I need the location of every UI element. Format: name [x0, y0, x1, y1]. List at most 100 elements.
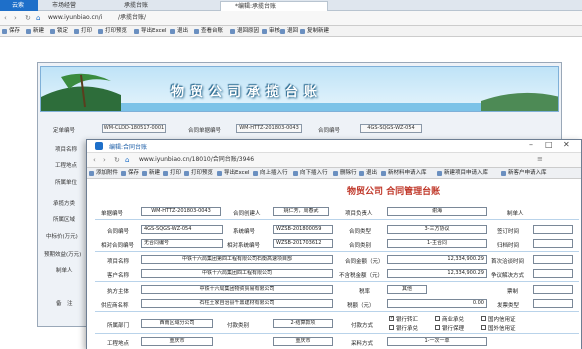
contract-no-label: 合同单据编号 — [188, 128, 222, 134]
doc-no-field[interactable]: WM-HTTZ-201803-0043 — [141, 207, 221, 216]
archive-date-field[interactable] — [533, 239, 573, 248]
home-icon[interactable]: ⌂ — [36, 13, 40, 23]
executing-party-label: 执方主体 — [107, 289, 130, 295]
project-name-field[interactable]: 中铁十六局集团第四工程有限公司石衡高速项目部 — [141, 255, 333, 264]
forward-icon[interactable]: › — [14, 13, 17, 23]
window-back-icon[interactable]: ‹ — [93, 155, 96, 165]
return-reason-button[interactable]: 退回原因 — [230, 27, 259, 36]
contract-type-field[interactable]: 3-三方协议 — [387, 225, 487, 234]
supplier-name-field[interactable]: 石柱土家自治县千鼎建材有限公司 — [141, 299, 333, 308]
maximize-icon[interactable]: □ — [545, 140, 553, 149]
tab-yunsuo[interactable]: 云索 — [0, 0, 38, 11]
contract-creator-field[interactable]: 姚仁芳，周春武 — [273, 207, 329, 216]
contract-category-field[interactable]: 1-主合同 — [387, 239, 487, 248]
export-excel-button[interactable]: 导出Excel — [134, 27, 167, 36]
audit-button[interactable]: 审核 — [262, 27, 280, 36]
contract-creator-label: 合同创建人 — [233, 211, 261, 217]
contract-no-field[interactable]: WM-HTTZ-201803-0043 — [236, 124, 302, 133]
bank-factoring-checkbox[interactable] — [435, 325, 440, 330]
window-home-icon[interactable]: ⌂ — [125, 155, 129, 165]
dispute-resolution-field[interactable] — [533, 269, 573, 278]
ticket-system-field[interactable] — [533, 285, 573, 294]
domestic-lc-checkbox[interactable] — [481, 316, 486, 321]
contract-amount-field[interactable]: 12,334,900.29 — [387, 255, 487, 264]
procurement-method-field[interactable]: 1-一次一单 — [387, 337, 487, 346]
region-label: 所属区域 — [53, 217, 76, 223]
customer-name-field[interactable]: 中铁十六局集团四工程有限公司 — [141, 269, 333, 278]
bank-acceptance-checkbox[interactable] — [389, 325, 394, 330]
contract-amount-label: 合同金额（元） — [345, 259, 384, 265]
return-button[interactable]: 退回 — [280, 27, 298, 36]
foreign-lc-checkbox[interactable] — [481, 325, 486, 330]
window-tab-title[interactable]: 编辑:合同台账 — [109, 142, 147, 151]
project-lead-field[interactable]: 谢海 — [387, 207, 487, 216]
system-no-field[interactable]: WZSB-201800059 — [273, 225, 333, 234]
window-refresh-icon[interactable]: ↻ — [114, 155, 120, 165]
invoice-type-field[interactable] — [533, 299, 573, 308]
tax-amount-field[interactable]: 0.00 — [387, 299, 487, 308]
executing-party-field[interactable]: 中铁十六局集团物资贸易有限公司 — [141, 285, 333, 294]
relative-system-field[interactable]: WZSB-201703612 — [273, 239, 333, 248]
tab-contracting-ledger[interactable]: 承揽台账 — [110, 1, 220, 11]
refresh-icon[interactable]: ↻ — [25, 13, 31, 23]
exit-button[interactable]: 退出 — [170, 27, 188, 36]
contract-code-field-2[interactable]: 4GS-SQGS-WZ-054 — [141, 225, 223, 234]
bank-transfer-checkbox[interactable] — [389, 315, 394, 321]
tab-edit-ledger[interactable]: *编辑:承揽台账 — [220, 1, 328, 11]
delete-row-button[interactable]: 删除行 — [333, 169, 357, 178]
lock-button[interactable]: 锁定 — [50, 27, 68, 36]
sign-date-field[interactable] — [533, 225, 573, 234]
tab-market[interactable]: 市场经营 — [38, 1, 110, 11]
doc-no-label: 单据编号 — [101, 211, 124, 217]
window-url[interactable]: www.iyunbiao.cn/18010/合同台账/3946 — [139, 155, 254, 165]
window-save-button[interactable]: 保存 — [121, 169, 139, 178]
browser-tab-bar: 云索 市场经营 承揽台账 *编辑:承揽台账 — [0, 0, 582, 11]
close-icon[interactable]: ✕ — [563, 140, 570, 149]
domestic-lc-label: 国内信用证 — [488, 317, 516, 323]
insert-row-above-button[interactable]: 向上插入行 — [253, 169, 288, 178]
window-forward-icon[interactable]: › — [103, 155, 106, 165]
new-button[interactable]: 新建 — [26, 27, 44, 36]
amount-excl-tax-field[interactable]: 12,334,900.29 — [387, 269, 487, 278]
project-request-button[interactable]: 新建项目申请入库 — [437, 169, 488, 178]
contract-code-field[interactable]: 4GS-SQGS-WZ-054 — [360, 124, 422, 133]
payment-category-field[interactable]: 2-结算款项 — [273, 319, 333, 328]
department-field[interactable]: 西南区域分公司 — [141, 319, 213, 328]
order-no-label: 定单编号 — [53, 128, 76, 134]
insert-row-below-button[interactable]: 向下插入行 — [293, 169, 328, 178]
bank-acceptance-label: 银行承兑 — [396, 326, 419, 332]
copy-new-button[interactable]: 复制新建 — [300, 27, 329, 36]
commercial-acceptance-label: 商业承兑 — [442, 317, 465, 323]
window-menu-icon[interactable]: ≡ — [537, 155, 543, 163]
tax-amount-label: 税额（元） — [347, 303, 375, 309]
contract-code-label-2: 合同编号 — [107, 229, 130, 235]
site-city-field[interactable]: 重庆市 — [273, 337, 333, 346]
row-divider — [95, 281, 579, 282]
window-print-button[interactable]: 打印 — [163, 169, 181, 178]
minimize-icon[interactable]: – — [529, 140, 533, 149]
view-ledger-button[interactable]: 查看台账 — [194, 27, 223, 36]
window-print-preview-button[interactable]: 打印预览 — [184, 169, 213, 178]
order-no-field[interactable]: WM-CLDD-180517-0001 — [102, 124, 166, 133]
customer-request-button[interactable]: 新客户申请入库 — [501, 169, 547, 178]
relative-contract-field[interactable]: 无合同编号 — [141, 239, 223, 248]
url-text[interactable]: www.iyunbiao.cn/i — [48, 13, 102, 23]
contract-type-label: 合同类型 — [349, 229, 372, 235]
add-attachment-button[interactable]: 添加附件 — [89, 169, 118, 178]
window-export-excel-button[interactable]: 导出Excel — [217, 169, 250, 178]
tax-rate-field[interactable]: 其他 — [387, 285, 427, 294]
commercial-acceptance-checkbox[interactable] — [435, 316, 440, 321]
project-name-label-2: 项目名称 — [107, 259, 130, 265]
amount-excl-tax-label: 不含税金额（元） — [339, 273, 384, 279]
first-talk-date-field[interactable] — [533, 255, 573, 264]
relative-contract-label: 相对合同编号 — [101, 243, 135, 249]
back-icon[interactable]: ‹ — [4, 13, 7, 23]
save-button[interactable]: 保存 — [2, 27, 20, 36]
window-exit-button[interactable]: 退出 — [359, 169, 377, 178]
project-lead-label: 项目负责人 — [345, 211, 373, 217]
material-request-button[interactable]: 新材料申请入库 — [381, 169, 427, 178]
site-location-field[interactable]: 重庆市 — [141, 337, 213, 346]
window-new-button[interactable]: 新建 — [142, 169, 160, 178]
print-button[interactable]: 打印 — [74, 27, 92, 36]
print-preview-button[interactable]: 打印预览 — [98, 27, 127, 36]
